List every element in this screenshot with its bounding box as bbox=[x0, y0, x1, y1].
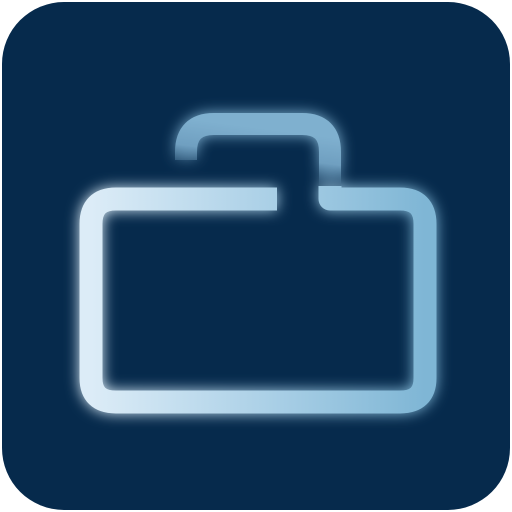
app-icon bbox=[0, 0, 512, 512]
app-icon-graphic bbox=[2, 2, 510, 510]
